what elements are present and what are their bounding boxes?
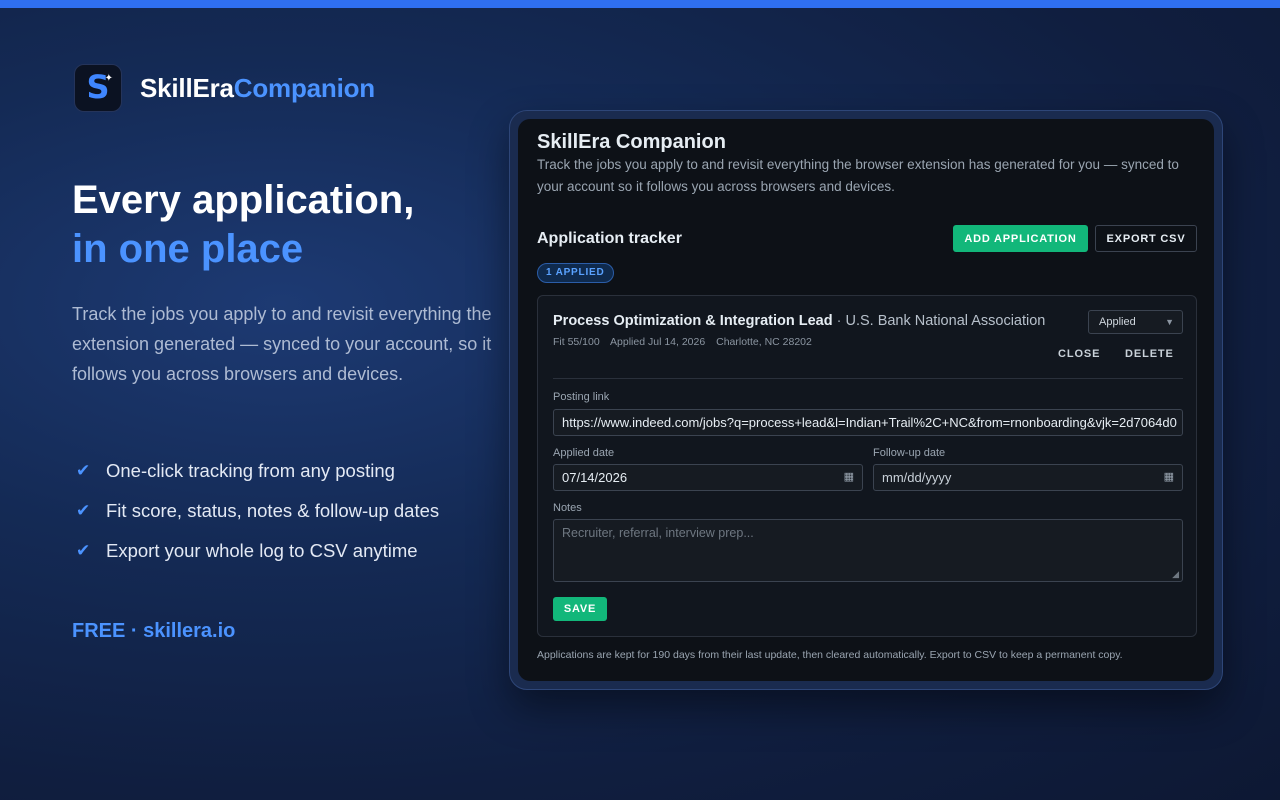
applied-date-value: 07/14/2026 <box>562 470 628 485</box>
status-value: Applied <box>1099 316 1136 328</box>
add-application-button[interactable]: ADD APPLICATION <box>953 225 1088 252</box>
logo: S ✦ <box>74 64 122 112</box>
job-meta: Fit 55/100 Applied Jul 14, 2026 Charlott… <box>553 336 820 348</box>
brand-name-accent: Companion <box>233 72 375 103</box>
hero-lead: Track the jobs you apply to and revisit … <box>72 304 492 384</box>
companion-panel: SkillEra Companion Track the jobs you ap… <box>518 119 1214 681</box>
posting-link-label: Posting link <box>553 391 610 403</box>
chevron-down-icon: ▼ <box>1165 317 1174 327</box>
applied-date-input[interactable]: 07/14/2026 ▦ <box>553 464 863 491</box>
applied-date-label: Applied date <box>553 447 615 459</box>
feature-item: ✔ Export your whole log to CSV anytime <box>76 531 439 571</box>
brand: S ✦ SkillEraCompanion <box>74 64 375 112</box>
job-company: U.S. Bank National Association <box>845 313 1046 329</box>
check-icon: ✔ <box>76 501 91 520</box>
delete-button[interactable]: DELETE <box>1125 348 1174 360</box>
applied-count-badge: 1 APPLIED <box>537 263 614 283</box>
followup-date-placeholder: mm/dd/yyyy <box>882 470 952 485</box>
calendar-icon[interactable]: ▦ <box>1164 465 1174 490</box>
calendar-icon[interactable]: ▦ <box>844 465 854 490</box>
export-csv-button[interactable]: EXPORT CSV <box>1095 225 1197 252</box>
headline-line-1: Every application, <box>72 178 415 222</box>
job-location: Charlotte, NC 28202 <box>716 336 812 348</box>
tracker-title: Application tracker <box>537 230 682 247</box>
brand-name: SkillEraCompanion <box>140 73 375 104</box>
resize-grip-icon[interactable]: ◢ <box>1172 569 1179 580</box>
top-accent-bar <box>0 0 1280 8</box>
feature-text: One-click tracking from any posting <box>106 460 395 481</box>
feature-text: Fit score, status, notes & follow-up dat… <box>106 500 440 521</box>
status-select[interactable]: Applied ▼ <box>1088 310 1183 334</box>
feature-list: ✔ One-click tracking from any posting ✔ … <box>76 451 439 571</box>
brand-name-primary: SkillEra <box>140 72 234 103</box>
job-heading: Process Optimization & Integration Lead … <box>553 313 1045 329</box>
retention-footnote: Applications are kept for 190 days from … <box>537 649 1123 661</box>
feature-item: ✔ One-click tracking from any posting <box>76 451 439 491</box>
fit-score: Fit 55/100 <box>553 336 600 348</box>
posting-link-input[interactable]: https://www.indeed.com/jobs?q=process+le… <box>553 409 1183 436</box>
job-title: Process Optimization & Integration Lead <box>553 313 833 329</box>
feature-text: Export your whole log to CSV anytime <box>106 540 418 561</box>
headline-line-2: in one place <box>72 227 304 271</box>
feature-item: ✔ Fit score, status, notes & follow-up d… <box>76 491 439 531</box>
check-icon: ✔ <box>76 541 91 560</box>
notes-textarea[interactable]: Recruiter, referral, interview prep... ◢ <box>553 519 1183 582</box>
sparkle-icon: ✦ <box>104 73 113 84</box>
close-button[interactable]: CLOSE <box>1058 348 1100 360</box>
application-card: Process Optimization & Integration Lead … <box>537 295 1197 637</box>
followup-date-label: Follow-up date <box>873 447 946 459</box>
hero-headline: Every application, in one place <box>72 176 414 274</box>
cta-text: FREE · skillera.io <box>72 620 236 642</box>
panel-title: SkillEra Companion <box>537 131 726 153</box>
job-separator: · <box>832 313 846 329</box>
save-button[interactable]: SAVE <box>553 597 607 621</box>
notes-placeholder: Recruiter, referral, interview prep... <box>562 526 754 540</box>
applied-on: Applied Jul 14, 2026 <box>610 336 706 348</box>
followup-date-input[interactable]: mm/dd/yyyy ▦ <box>873 464 1183 491</box>
panel-description: Track the jobs you apply to and revisit … <box>537 157 1179 194</box>
notes-label: Notes <box>553 502 582 514</box>
check-icon: ✔ <box>76 461 91 480</box>
app-preview-frame: SkillEra Companion Track the jobs you ap… <box>509 110 1223 690</box>
divider <box>553 378 1183 379</box>
